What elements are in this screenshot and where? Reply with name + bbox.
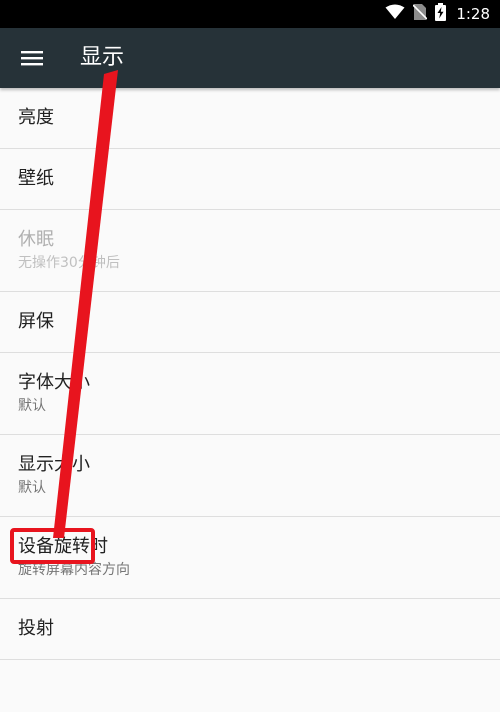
setting-summary: 默认 — [18, 398, 46, 414]
setting-display-size[interactable]: 显示大小 默认 — [0, 435, 500, 517]
menu-button[interactable] — [10, 36, 54, 80]
setting-summary: 默认 — [18, 480, 46, 496]
setting-title: 屏保 — [18, 311, 54, 332]
setting-summary: 旋转屏幕内容方向 — [18, 562, 130, 578]
battery-charging-icon — [435, 3, 447, 25]
setting-brightness[interactable]: 亮度 — [0, 88, 500, 149]
hamburger-menu-icon — [21, 51, 43, 66]
setting-cast[interactable]: 投射 — [0, 599, 500, 660]
setting-title: 字体大小 — [18, 372, 90, 393]
wifi-icon — [385, 4, 405, 24]
no-sim-icon — [412, 4, 428, 24]
setting-font-size[interactable]: 字体大小 默认 — [0, 353, 500, 435]
status-bar: 1:28 — [0, 0, 500, 28]
setting-title: 亮度 — [18, 107, 54, 128]
app-bar: 显示 — [0, 28, 500, 88]
settings-list: 亮度 壁纸 休眠 无操作30分钟后 屏保 字体大小 默认 显示大小 默认 设备旋… — [0, 88, 500, 660]
status-icons: 1:28 — [385, 0, 490, 28]
status-time: 1:28 — [456, 5, 490, 23]
setting-auto-rotate[interactable]: 设备旋转时 旋转屏幕内容方向 — [0, 517, 500, 599]
setting-summary: 无操作30分钟后 — [18, 255, 120, 271]
setting-sleep: 休眠 无操作30分钟后 — [0, 210, 500, 292]
setting-title: 设备旋转时 — [18, 536, 108, 557]
setting-title: 显示大小 — [18, 454, 90, 475]
setting-screensaver[interactable]: 屏保 — [0, 292, 500, 353]
setting-title: 休眠 — [18, 229, 54, 250]
page-title: 显示 — [80, 45, 125, 70]
setting-wallpaper[interactable]: 壁纸 — [0, 149, 500, 210]
setting-title: 壁纸 — [18, 168, 54, 189]
setting-title: 投射 — [18, 618, 54, 639]
